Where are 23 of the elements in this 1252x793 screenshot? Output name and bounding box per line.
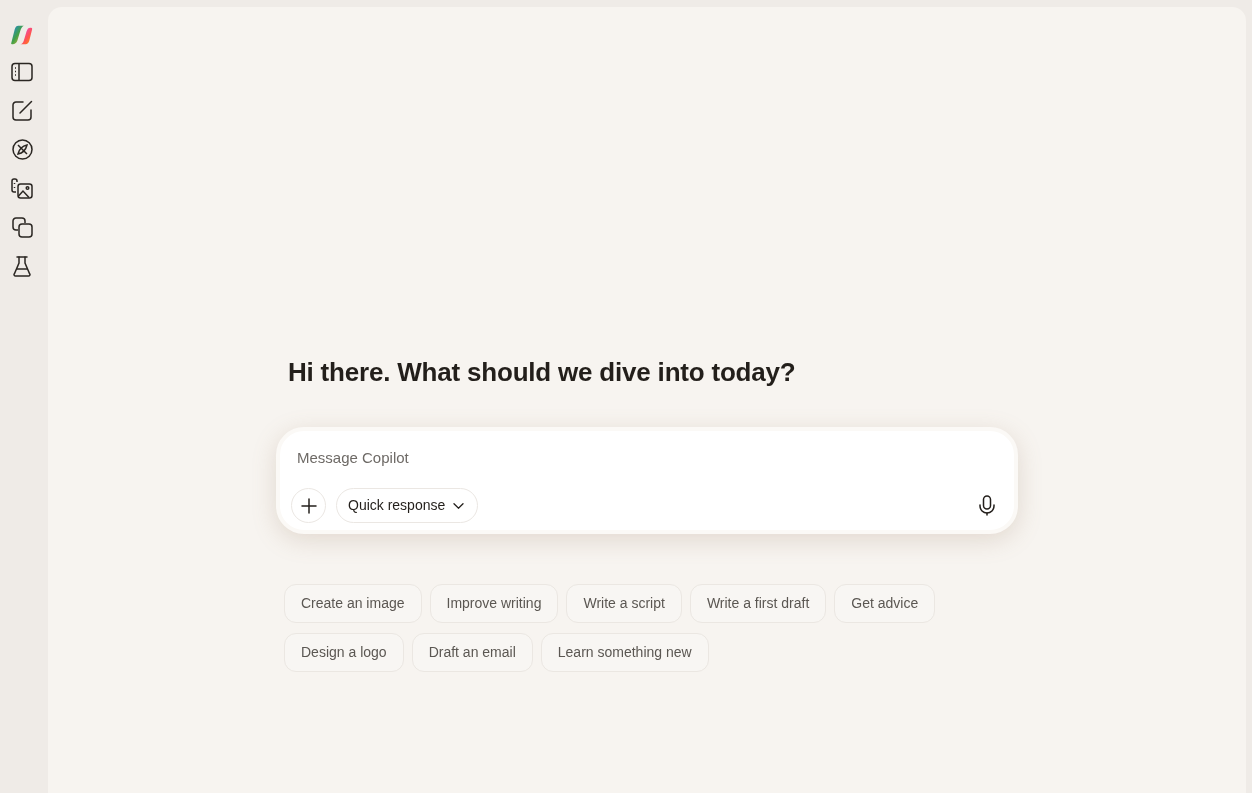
- plus-icon: [300, 497, 317, 514]
- suggestion-chip[interactable]: Learn something new: [540, 633, 709, 672]
- suggestion-chip[interactable]: Write a script: [566, 584, 682, 623]
- compose-icon[interactable]: [11, 100, 33, 121]
- logo-icon[interactable]: [11, 24, 33, 46]
- suggestion-chip[interactable]: Write a first draft: [689, 584, 827, 623]
- add-button[interactable]: [291, 488, 326, 523]
- microphone-icon: [979, 495, 995, 516]
- suggestion-chip[interactable]: Draft an email: [411, 633, 533, 672]
- message-composer[interactable]: Message Copilot Quick response: [276, 427, 1018, 534]
- compass-icon[interactable]: [11, 139, 33, 160]
- suggestion-chip[interactable]: Create an image: [284, 584, 422, 623]
- suggestion-chip[interactable]: Get advice: [834, 584, 936, 623]
- sidebar-toggle-icon[interactable]: [11, 62, 33, 82]
- message-input[interactable]: Message Copilot: [297, 447, 1003, 469]
- image-gallery-icon[interactable]: [11, 178, 33, 199]
- chevron-down-icon: [453, 502, 465, 509]
- mode-dropdown[interactable]: Quick response: [336, 488, 479, 523]
- copy-pages-icon[interactable]: [11, 217, 33, 238]
- greeting-heading: Hi there. What should we dive into today?: [288, 356, 797, 389]
- suggestion-chip[interactable]: Improve writing: [429, 584, 559, 623]
- suggestion-chip[interactable]: Design a logo: [284, 633, 404, 672]
- flask-icon[interactable]: [13, 256, 31, 277]
